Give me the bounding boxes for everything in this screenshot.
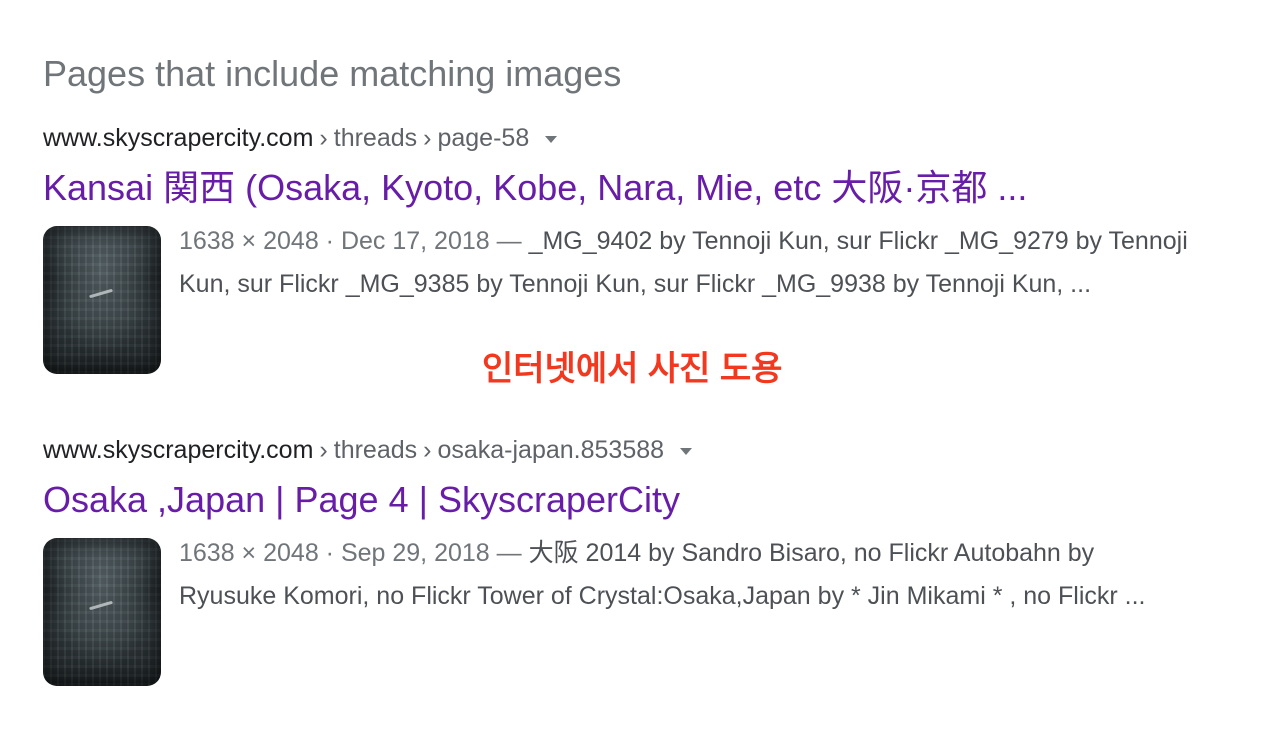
breadcrumb-separator: › [319, 124, 328, 152]
result-meta: 1638 × 2048 · Sep 29, 2018 [179, 539, 490, 567]
breadcrumb-path: threads [333, 124, 418, 152]
breadcrumb-separator: › [319, 436, 328, 464]
thumbnail-airplane [89, 600, 113, 611]
search-result: www.skyscrapercity.com › threads › page-… [43, 122, 1243, 374]
breadcrumb-path: osaka-japan.853588 [437, 436, 665, 464]
result-title-link[interactable]: Kansai 関西 (Osaka, Kyoto, Kobe, Nara, Mie… [43, 166, 1243, 210]
search-result: www.skyscrapercity.com › threads › osaka… [43, 434, 1243, 686]
breadcrumb-separator: › [423, 436, 432, 464]
breadcrumb-site[interactable]: www.skyscrapercity.com [43, 122, 313, 154]
result-title-link[interactable]: Osaka ,Japan | Page 4 | SkyscraperCity [43, 478, 1243, 522]
breadcrumb-separator: › [423, 124, 432, 152]
dropdown-arrow-icon[interactable] [545, 135, 558, 143]
result-snippet: 1638 × 2048 · Sep 29, 2018 — 大阪 2014 by … [179, 532, 1189, 618]
breadcrumb: www.skyscrapercity.com › threads › osaka… [43, 434, 1243, 466]
breadcrumb-path: page-58 [437, 124, 530, 152]
result-body: 1638 × 2048 · Sep 29, 2018 — 大阪 2014 by … [43, 532, 1243, 686]
result-thumbnail[interactable] [43, 226, 161, 374]
thumbnail-airplane [89, 288, 113, 299]
breadcrumb-path: threads [333, 436, 418, 464]
result-snippet: 1638 × 2048 · Dec 17, 2018 — _MG_9402 by… [179, 220, 1189, 306]
section-title: Pages that include matching images [43, 53, 622, 94]
result-dash: — [496, 227, 522, 255]
breadcrumb: www.skyscrapercity.com › threads › page-… [43, 122, 1243, 154]
dropdown-arrow-icon[interactable] [680, 447, 693, 455]
result-dash: — [496, 539, 522, 567]
overlay-annotation: 인터넷에서 사진 도용 [482, 350, 783, 388]
result-thumbnail[interactable] [43, 538, 161, 686]
result-meta: 1638 × 2048 · Dec 17, 2018 [179, 227, 490, 255]
breadcrumb-site[interactable]: www.skyscrapercity.com [43, 434, 313, 466]
